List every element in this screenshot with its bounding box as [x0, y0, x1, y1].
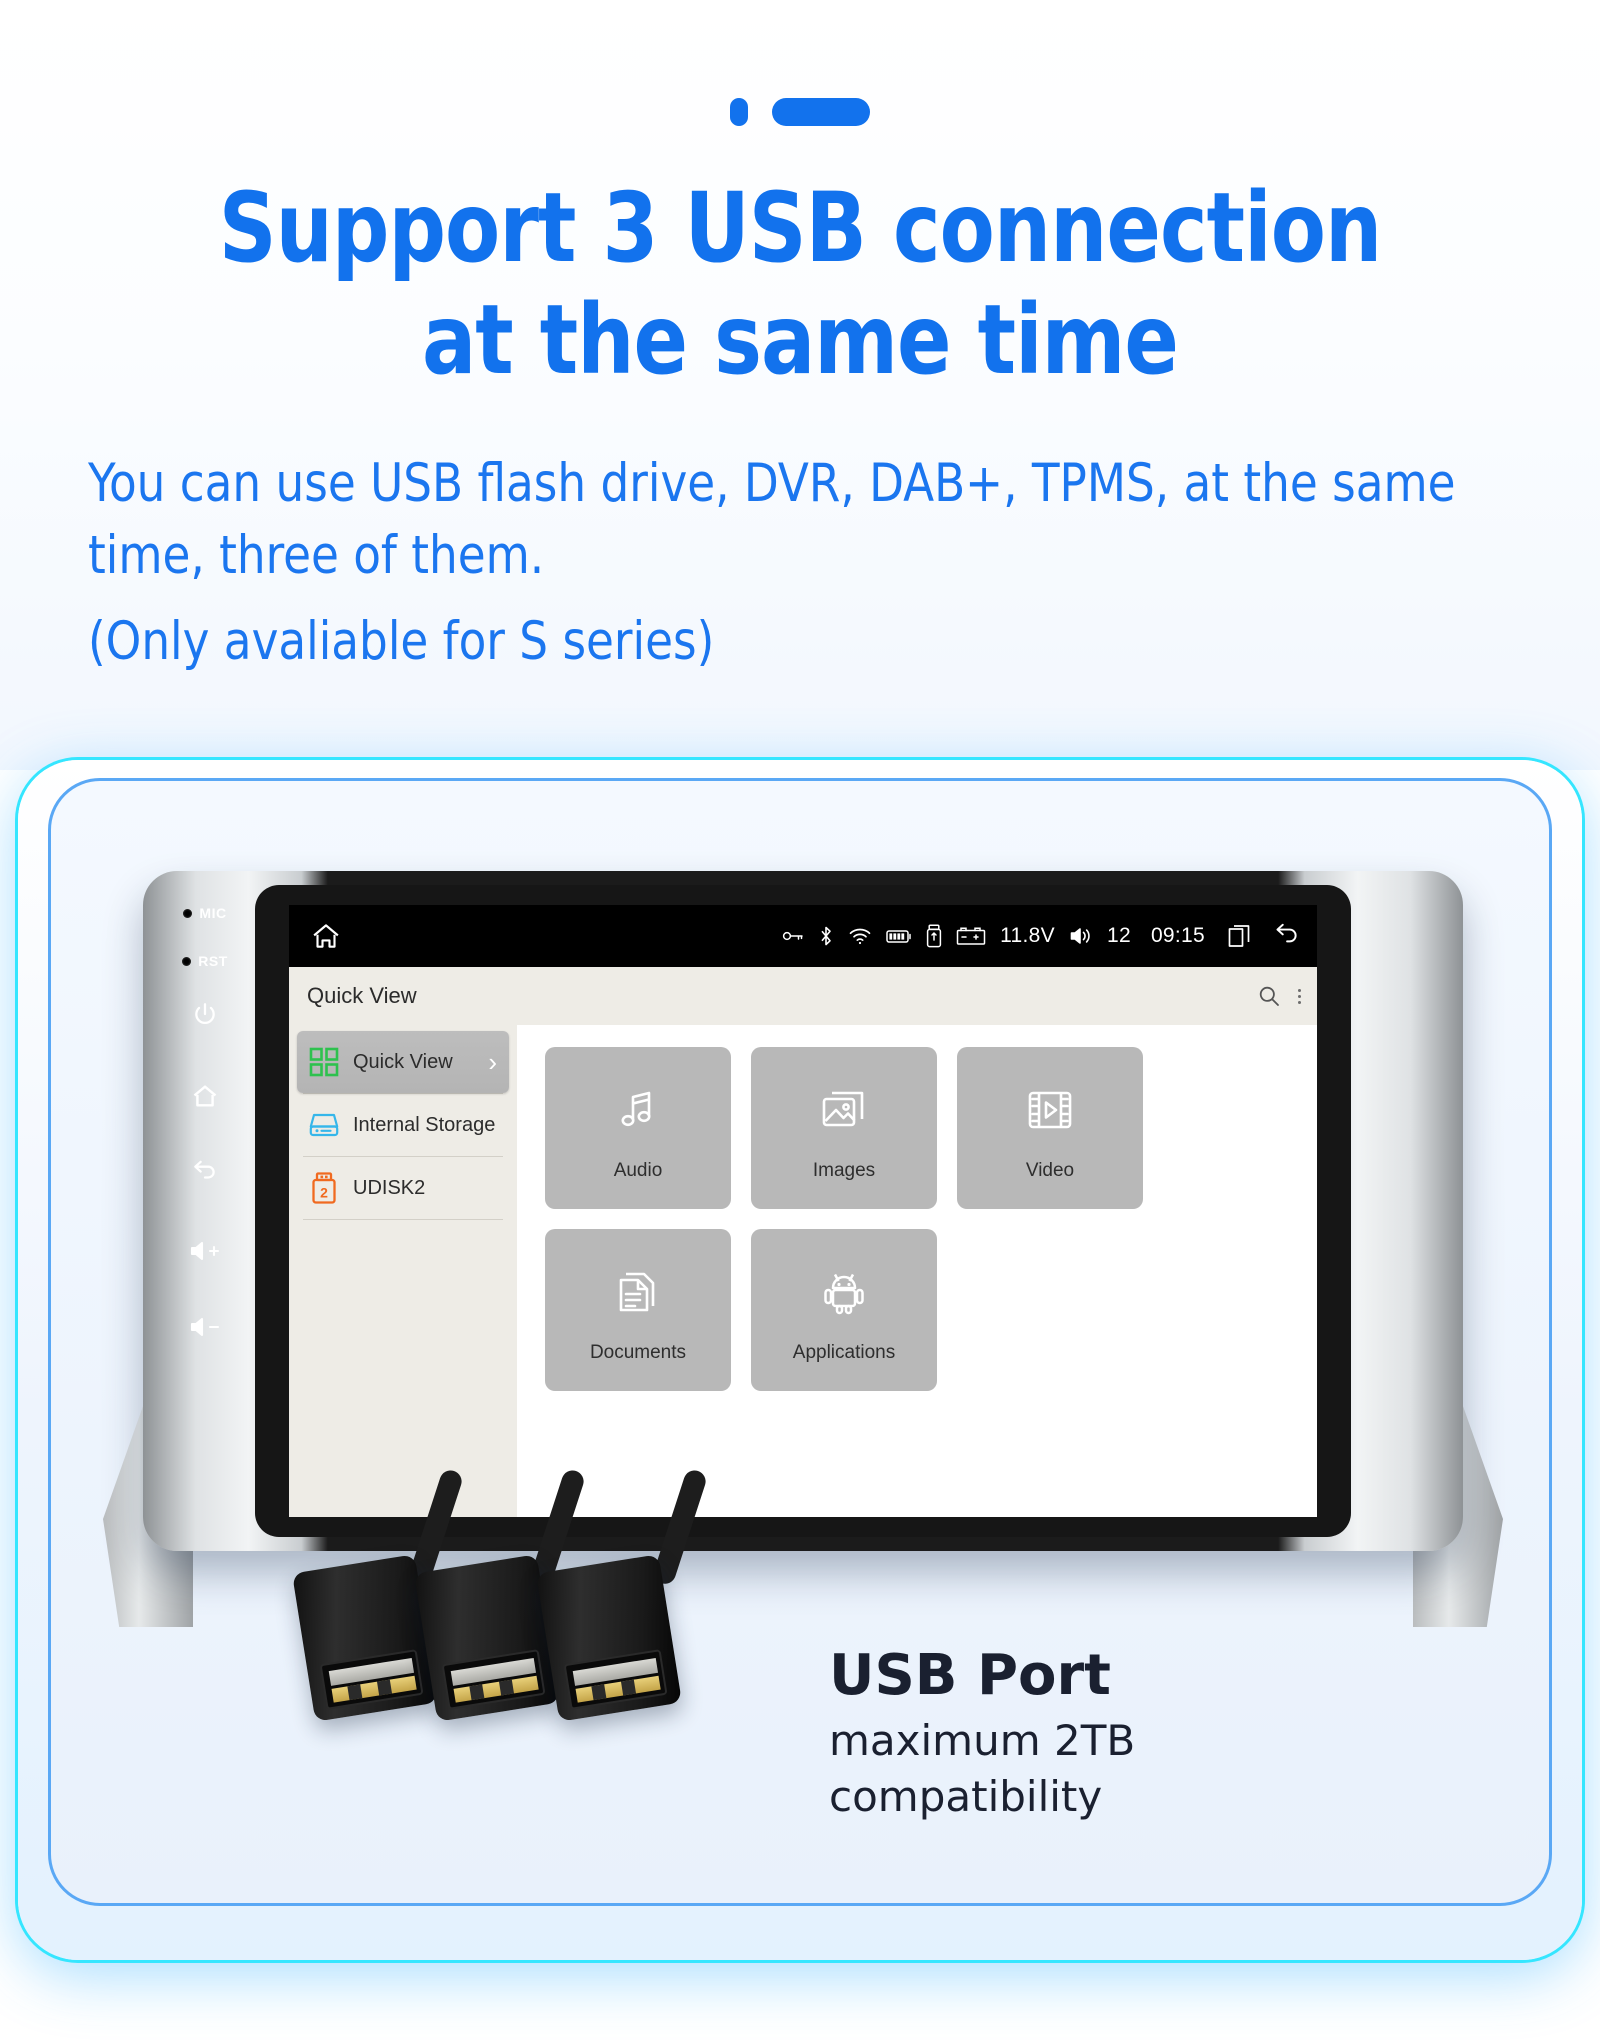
- sidebar-item-udisk2[interactable]: 2 UDISK2: [297, 1157, 509, 1219]
- tile-audio[interactable]: Audio: [545, 1047, 731, 1209]
- sidebar-item-label: UDISK2: [353, 1176, 426, 1199]
- tile-images[interactable]: Images: [751, 1047, 937, 1209]
- status-icon-tray: 11.8V 12 09:15: [782, 923, 1301, 949]
- file-manager-appbar: Quick View: [289, 967, 1317, 1025]
- tile-label: Images: [812, 1160, 876, 1181]
- usb-stick-icon: 2: [301, 1172, 347, 1204]
- tile-documents[interactable]: Documents: [545, 1229, 731, 1391]
- overflow-menu-icon[interactable]: [1298, 988, 1301, 1004]
- mic-pinhole: MIC: [157, 905, 253, 923]
- quick-view-content: Audio Images Video Documents Application…: [517, 1025, 1317, 1517]
- usb-port-connector: [536, 1554, 682, 1722]
- usb-port-caption: USB Port maximum 2TB compatibility: [829, 1645, 1349, 1825]
- image-icon: [822, 1091, 864, 1127]
- category-tile-grid: Audio Images Video Documents Application…: [545, 1047, 1265, 1391]
- home-icon: [193, 1085, 217, 1107]
- back-button[interactable]: [157, 1159, 253, 1183]
- bluetooth-icon: [821, 926, 831, 946]
- sidebar-item-internal-storage[interactable]: Internal Storage: [297, 1094, 509, 1156]
- documents-icon: [619, 1272, 655, 1312]
- volume-up-icon: [190, 1241, 220, 1261]
- film-play-icon: [1028, 1091, 1072, 1129]
- music-note-icon: [615, 1074, 661, 1146]
- car-battery-icon: [956, 927, 986, 945]
- sidebar-item-quick-view[interactable]: Quick View ›: [297, 1031, 509, 1093]
- reset-pinhole[interactable]: RST: [157, 953, 253, 971]
- hard-drive-icon: [309, 1113, 339, 1137]
- android-status-bar: 11.8V 12 09:15: [289, 905, 1317, 967]
- status-home-button[interactable]: [311, 922, 341, 950]
- tile-label: Documents: [589, 1342, 687, 1363]
- headline-line-1: Support 3 USB connection: [218, 172, 1382, 284]
- tile-applications[interactable]: Applications: [751, 1229, 937, 1391]
- usb-receptacle: [563, 1649, 668, 1710]
- reset-hole-icon[interactable]: [182, 957, 192, 967]
- file-manager-sidebar: Quick View › Internal Storage 2 UDISK2: [289, 1025, 517, 1517]
- documents-icon: [616, 1256, 660, 1328]
- chevron-right-icon: ›: [488, 1047, 497, 1077]
- dot-small-icon: [730, 98, 748, 126]
- grid-icon: [301, 1047, 347, 1077]
- android-robot-icon: [822, 1256, 866, 1328]
- power-icon: [195, 1003, 215, 1024]
- film-play-icon: [1027, 1074, 1073, 1146]
- appbar-title: Quick View: [307, 983, 417, 1008]
- page-title: Support 3 USB connection at the same tim…: [56, 172, 1544, 396]
- image-icon: [820, 1074, 868, 1146]
- back-arrow-icon[interactable]: [1271, 923, 1301, 949]
- mic-hole-icon: [183, 909, 193, 919]
- search-icon[interactable]: [1258, 985, 1280, 1007]
- key-icon: [782, 931, 803, 941]
- back-arrow-icon: [194, 1160, 215, 1179]
- usb-port-subtitle: maximum 2TB compatibility: [829, 1716, 1136, 1821]
- usb-receptacle: [441, 1649, 546, 1710]
- tile-label: Video: [1025, 1160, 1075, 1181]
- product-showcase-card: MIC RST 11.8V 12 09:15 Quick View Quick …: [48, 778, 1552, 1906]
- volume-down-icon: [190, 1317, 220, 1337]
- home-icon: [313, 924, 339, 948]
- svg-text:2: 2: [320, 1185, 328, 1201]
- headline-line-2: at the same time: [422, 284, 1179, 396]
- hard-drive-icon: [301, 1111, 347, 1139]
- voltage-value: 11.8V: [1000, 924, 1055, 947]
- dot-pill-icon: [772, 98, 870, 126]
- volume-icon: [1070, 928, 1090, 944]
- touchscreen[interactable]: 11.8V 12 09:15 Quick View Quick View › I…: [289, 905, 1317, 1517]
- availability-note: (Only avaliable for S series): [88, 611, 715, 672]
- subtitle-text: You can use USB flash drive, DVR, DAB+, …: [88, 453, 1456, 586]
- hero-section: Support 3 USB connection at the same tim…: [0, 0, 1600, 770]
- usb-receptacle: [319, 1649, 424, 1710]
- battery-icon: [886, 929, 911, 943]
- recent-apps-icon[interactable]: [1227, 923, 1253, 949]
- usb-port-title: USB Port: [829, 1643, 1111, 1708]
- decorative-dots: [0, 98, 1600, 126]
- clock: 09:15: [1150, 924, 1205, 947]
- volume-down-button[interactable]: [157, 1315, 253, 1339]
- tile-label: Applications: [792, 1342, 896, 1363]
- appbar-actions: [1258, 985, 1301, 1007]
- grid-icon: [309, 1047, 339, 1077]
- volume-level: 12: [1106, 924, 1131, 947]
- usb-stick-icon: 2: [312, 1172, 336, 1204]
- volume-up-button[interactable]: [157, 1239, 253, 1263]
- wifi-icon: [849, 928, 871, 945]
- tile-video[interactable]: Video: [957, 1047, 1143, 1209]
- android-robot-icon: [824, 1273, 864, 1315]
- sidebar-item-label: Quick View: [353, 1050, 453, 1073]
- home-button[interactable]: [157, 1083, 253, 1109]
- tile-label: Audio: [613, 1160, 663, 1181]
- power-button[interactable]: [157, 1001, 253, 1027]
- sidebar-divider: [303, 1219, 503, 1220]
- usb-drive-icon: [926, 924, 942, 948]
- sidebar-item-label: Internal Storage: [353, 1113, 496, 1136]
- music-note-icon: [621, 1091, 651, 1127]
